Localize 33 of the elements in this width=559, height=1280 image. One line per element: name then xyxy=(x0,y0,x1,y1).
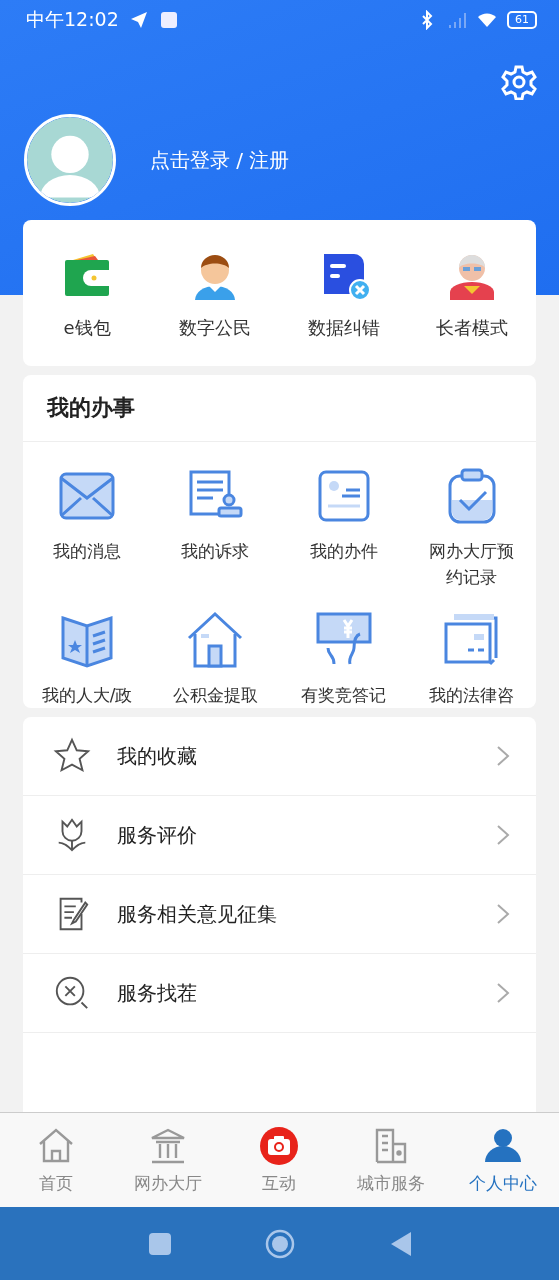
affair-label[interactable]: 我的法律咨 xyxy=(421,682,522,708)
affair-label[interactable]: 我的消息 xyxy=(37,538,138,564)
signal-icon xyxy=(447,10,467,30)
settings-icon[interactable] xyxy=(501,64,537,100)
menu-item[interactable]: 我的收藏 xyxy=(117,742,470,770)
login-link[interactable]: 点击登录 / 注册 xyxy=(150,146,290,174)
affair-label[interactable]: 网办大厅预约记录 xyxy=(421,538,522,590)
quick-action-label[interactable]: 数字公民 xyxy=(179,316,252,340)
affair-label[interactable]: 我的人大/政 xyxy=(37,682,138,708)
search-icon xyxy=(53,974,91,1012)
section-title: 我的办事 xyxy=(23,375,536,442)
menu-item[interactable]: 服务找茬 xyxy=(117,979,470,1007)
chevron-icon xyxy=(496,903,510,925)
affair-label[interactable]: 我的诉求 xyxy=(165,538,266,564)
chevron-icon xyxy=(496,745,510,767)
camera-icon xyxy=(259,1125,300,1166)
quick-action-label[interactable]: 长者模式 xyxy=(435,316,508,340)
menu-item[interactable]: 服务评价 xyxy=(117,821,470,849)
chevron-icon xyxy=(496,824,510,846)
affair-label[interactable]: 我的办件 xyxy=(293,538,394,564)
affair-label[interactable]: 有奖竞答记 xyxy=(293,682,394,708)
tab[interactable]: 个人中心 xyxy=(447,1113,559,1207)
quick-action-label[interactable]: 数据纠错 xyxy=(307,316,380,340)
status-time: 中午12:02 xyxy=(26,7,119,32)
chevron-icon xyxy=(496,982,510,1004)
home-icon[interactable] xyxy=(264,1228,295,1259)
tab[interactable]: 首页 xyxy=(0,1113,112,1207)
avatar[interactable] xyxy=(24,114,116,206)
battery-level: 61 xyxy=(507,11,537,29)
affair-label[interactable]: 公积金提取 xyxy=(165,682,266,708)
quick-action-label[interactable]: e钱包 xyxy=(63,316,111,340)
star-icon xyxy=(53,737,91,775)
menu-item[interactable]: 服务相关意见征集 xyxy=(117,900,470,928)
